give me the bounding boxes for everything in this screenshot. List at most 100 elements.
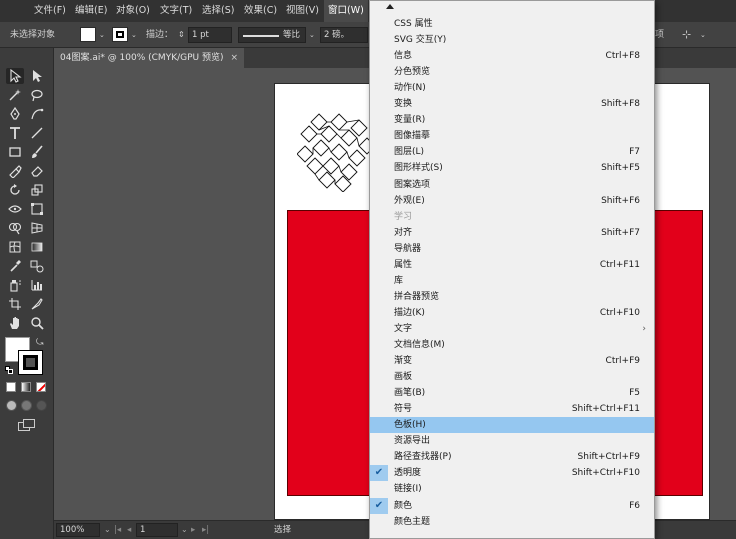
menu-item-27[interactable]: 路径查找器(P) Shift+Ctrl+F9: [370, 449, 654, 465]
scroll-up-arrow-icon[interactable]: [386, 4, 394, 9]
magic-wand-tool-icon[interactable]: [6, 87, 24, 103]
line-tool-icon[interactable]: [28, 125, 46, 141]
transform-icon[interactable]: ⊹: [682, 22, 691, 48]
width-tool-icon[interactable]: [6, 201, 24, 217]
draw-behind-icon[interactable]: [21, 400, 32, 411]
shaper-tool-icon[interactable]: [6, 163, 24, 179]
menu-select[interactable]: 选择(S): [202, 0, 234, 22]
zoom-level-select[interactable]: 100%: [56, 523, 100, 537]
menu-effect[interactable]: 效果(C): [244, 0, 277, 22]
zoom-dropdown-icon[interactable]: ⌄: [104, 521, 111, 539]
hand-tool-icon[interactable]: [6, 315, 24, 331]
stroke-profile-select[interactable]: 等比: [238, 27, 306, 43]
transform-dropdown-icon[interactable]: ⌄: [700, 22, 706, 48]
first-artboard-icon[interactable]: |◂: [114, 521, 121, 539]
menu-item-29[interactable]: 链接(I): [370, 481, 654, 497]
menu-item-20[interactable]: 文档信息(M): [370, 337, 654, 353]
close-icon[interactable]: ×: [230, 48, 238, 68]
direct-selection-tool-icon[interactable]: [28, 68, 46, 84]
pattern-artwork[interactable]: [297, 112, 377, 192]
stroke-dropdown-icon[interactable]: ⌄: [131, 22, 137, 48]
menu-item-21[interactable]: 渐变 Ctrl+F9: [370, 353, 654, 369]
menu-type[interactable]: 文字(T): [160, 0, 192, 22]
scale-tool-icon[interactable]: [28, 182, 46, 198]
draw-normal-icon[interactable]: [6, 400, 17, 411]
menu-item-5[interactable]: 变换 Shift+F8: [370, 96, 654, 112]
lasso-tool-icon[interactable]: [28, 87, 46, 103]
brush-size-input[interactable]: 2 磅。: [320, 27, 368, 43]
menu-item-11[interactable]: 外观(E) Shift+F6: [370, 193, 654, 209]
menu-item-3[interactable]: 分色预览: [370, 64, 654, 80]
menu-item-13[interactable]: 对齐 Shift+F7: [370, 225, 654, 241]
menu-edit[interactable]: 编辑(E): [75, 0, 107, 22]
perspective-grid-tool-icon[interactable]: [28, 220, 46, 236]
eraser-tool-icon[interactable]: [28, 163, 46, 179]
rotate-tool-icon[interactable]: [6, 182, 24, 198]
pen-tool-icon[interactable]: [6, 106, 24, 122]
menu-item-24[interactable]: 符号 Shift+Ctrl+F11: [370, 401, 654, 417]
slice-tool-icon[interactable]: [28, 296, 46, 312]
gradient-tool-icon[interactable]: [28, 239, 46, 255]
gradient-mode-icon[interactable]: [21, 382, 31, 392]
mesh-tool-icon[interactable]: [6, 239, 24, 255]
rectangle-tool-icon[interactable]: [6, 144, 24, 160]
menu-item-28[interactable]: ✔ 透明度 Shift+Ctrl+F10: [370, 465, 654, 482]
menu-item-17[interactable]: 拼合器预览: [370, 289, 654, 305]
menu-item-14[interactable]: 导航器: [370, 241, 654, 257]
draw-inside-icon[interactable]: [36, 400, 47, 411]
menu-object[interactable]: 对象(O): [116, 0, 150, 22]
profile-dropdown-icon[interactable]: ⌄: [309, 22, 315, 48]
column-graph-tool-icon[interactable]: [28, 277, 46, 293]
selection-tool-icon[interactable]: [6, 68, 24, 84]
color-mode-icon[interactable]: [6, 382, 16, 392]
stroke-stepper-icon[interactable]: ⇕: [178, 22, 185, 48]
fill-dropdown-icon[interactable]: ⌄: [99, 22, 105, 48]
blend-tool-icon[interactable]: [28, 258, 46, 274]
stroke-swatch[interactable]: [112, 27, 128, 42]
shape-builder-tool-icon[interactable]: [6, 220, 24, 236]
artboard-dropdown-icon[interactable]: ⌄: [181, 521, 188, 539]
artboard-tool-icon[interactable]: [6, 296, 24, 312]
menu-item-0[interactable]: CSS 属性: [370, 16, 654, 32]
menu-item-26[interactable]: 资源导出: [370, 433, 654, 449]
menu-item-18[interactable]: 描边(K) Ctrl+F10: [370, 305, 654, 321]
paintbrush-tool-icon[interactable]: [28, 144, 46, 160]
menu-item-30[interactable]: ✔ 颜色 F6: [370, 497, 654, 514]
none-mode-icon[interactable]: [36, 382, 46, 392]
stroke-weight-input[interactable]: 1 pt: [188, 27, 232, 43]
symbol-sprayer-tool-icon[interactable]: [6, 277, 24, 293]
menu-item-4[interactable]: 动作(N): [370, 80, 654, 96]
menu-item-2[interactable]: 信息 Ctrl+F8: [370, 48, 654, 64]
swap-colors-icon[interactable]: ⤿: [36, 338, 44, 348]
align-option-label[interactable]: 项: [655, 22, 664, 48]
menu-item-23[interactable]: 画笔(B) F5: [370, 385, 654, 401]
stroke-color-swatch[interactable]: [18, 350, 43, 375]
menu-item-8[interactable]: 图层(L) F7: [370, 144, 654, 160]
menu-item-1[interactable]: SVG 交互(Y): [370, 32, 654, 48]
menu-item-16[interactable]: 库: [370, 273, 654, 289]
menu-item-10[interactable]: 图案选项: [370, 177, 654, 193]
menu-item-7[interactable]: 图像描摹: [370, 128, 654, 144]
screen-mode-icon[interactable]: [18, 419, 36, 432]
menu-item-25[interactable]: 色板(H): [370, 417, 654, 434]
menu-window[interactable]: 窗口(W): [324, 0, 368, 22]
menu-item-6[interactable]: 变量(R): [370, 112, 654, 128]
free-transform-tool-icon[interactable]: [28, 201, 46, 217]
next-artboard-icon[interactable]: ▸: [191, 521, 195, 539]
curvature-tool-icon[interactable]: [28, 106, 46, 122]
menu-view[interactable]: 视图(V): [286, 0, 319, 22]
fill-swatch[interactable]: [80, 27, 96, 42]
menu-item-31[interactable]: 颜色主题: [370, 514, 654, 530]
menu-item-22[interactable]: 画板: [370, 369, 654, 385]
eyedropper-tool-icon[interactable]: [6, 258, 24, 274]
zoom-tool-icon[interactable]: [28, 315, 46, 331]
menu-item-19[interactable]: 文字 ›: [370, 321, 654, 337]
menu-item-9[interactable]: 图形样式(S) Shift+F5: [370, 160, 654, 176]
document-tab[interactable]: 04图案.ai* @ 100% (CMYK/GPU 预览) ×: [54, 48, 244, 68]
type-tool-icon[interactable]: [6, 125, 24, 141]
artboard-number-select[interactable]: 1: [136, 523, 178, 537]
menu-file[interactable]: 文件(F): [34, 0, 66, 22]
last-artboard-icon[interactable]: ▸|: [202, 521, 209, 539]
default-colors-icon[interactable]: [5, 366, 13, 374]
previous-artboard-icon[interactable]: ◂: [127, 521, 131, 539]
